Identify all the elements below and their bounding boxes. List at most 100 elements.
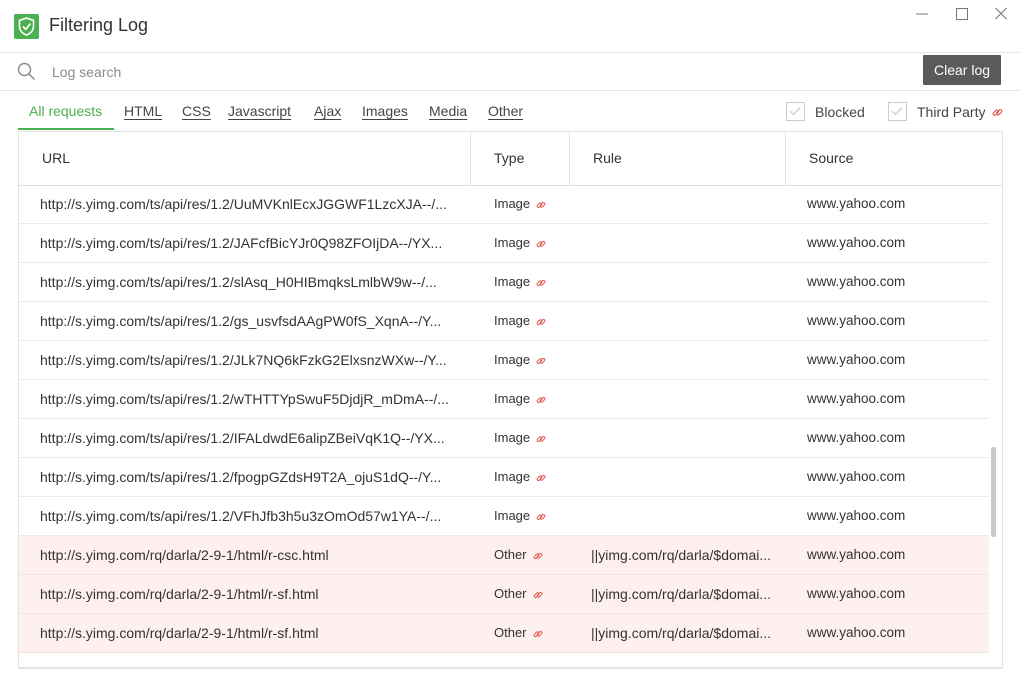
table-row[interactable]: http://s.yimg.com/ts/api/res/1.2/fpogpGZ… xyxy=(19,458,989,497)
rule-cell xyxy=(591,185,783,223)
search-bar: Clear log xyxy=(0,52,1020,91)
link-icon xyxy=(536,357,546,364)
rule-cell: ||yimg.com/rq/darla/$domai... xyxy=(591,586,772,602)
table-row[interactable]: http://s.yimg.com/rq/darla/2-9-1/html/r-… xyxy=(19,575,989,614)
rule-cell: ||yimg.com/rq/darla/$domai... xyxy=(591,547,772,563)
link-icon xyxy=(533,630,542,637)
rule-cell xyxy=(591,380,783,418)
url-cell: http://s.yimg.com/ts/api/res/1.2/JLk7NQ6… xyxy=(40,352,447,368)
rule-cell xyxy=(591,458,783,496)
minimize-button[interactable] xyxy=(910,6,934,26)
blocked-checkbox[interactable] xyxy=(786,102,805,121)
url-cell: http://s.yimg.com/ts/api/res/1.2/IFALdwd… xyxy=(40,430,445,446)
tab-other[interactable]: Other xyxy=(488,103,523,119)
title-bar: Filtering Log xyxy=(0,0,1020,53)
clear-log-button[interactable]: Clear log xyxy=(923,55,1001,85)
active-tab-indicator xyxy=(18,128,114,130)
source-cell: www.yahoo.com xyxy=(807,391,906,406)
url-cell: http://s.yimg.com/rq/darla/2-9-1/html/r-… xyxy=(40,586,319,602)
tab-html[interactable]: HTML xyxy=(124,103,162,119)
type-label: Image xyxy=(494,508,531,523)
tab-media[interactable]: Media xyxy=(429,103,467,119)
type-label: Other xyxy=(494,625,527,640)
rule-cell xyxy=(591,224,783,262)
scrollbar-thumb[interactable] xyxy=(991,447,996,537)
link-icon xyxy=(533,552,542,559)
table-row[interactable]: http://s.yimg.com/rq/darla/2-9-1/html/r-… xyxy=(19,614,989,653)
table-row[interactable]: http://s.yimg.com/ts/api/res/1.2/VFhJfb3… xyxy=(19,497,989,536)
link-icon xyxy=(536,513,546,520)
type-label: Other xyxy=(494,586,527,601)
table-row[interactable]: http://s.yimg.com/ts/api/res/1.2/IFALdwd… xyxy=(19,419,989,458)
type-label: Image xyxy=(494,352,531,367)
tab-css[interactable]: CSS xyxy=(182,103,211,119)
column-divider[interactable] xyxy=(470,132,471,185)
url-cell: http://s.yimg.com/ts/api/res/1.2/slAsq_H… xyxy=(40,274,437,290)
third-party-checkbox[interactable] xyxy=(888,102,907,121)
table-bottom-border xyxy=(18,667,1001,668)
source-cell: www.yahoo.com xyxy=(807,586,906,601)
maximize-button[interactable] xyxy=(950,6,974,26)
source-cell: www.yahoo.com xyxy=(807,313,906,328)
link-icon xyxy=(536,240,546,247)
tab-ajax[interactable]: Ajax xyxy=(314,103,341,119)
table-row[interactable]: http://s.yimg.com/ts/api/res/1.2/wTHTTYp… xyxy=(19,380,989,419)
url-cell: http://s.yimg.com/ts/api/res/1.2/wTHTTYp… xyxy=(40,391,449,407)
table-row[interactable]: http://s.yimg.com/ts/api/res/1.2/UuMVKnl… xyxy=(19,185,989,224)
column-header-source[interactable]: Source xyxy=(809,132,853,185)
column-header-url[interactable]: URL xyxy=(42,132,70,185)
link-icon xyxy=(536,279,546,286)
type-label: Image xyxy=(494,235,531,250)
close-icon xyxy=(995,7,1007,20)
url-cell: http://s.yimg.com/rq/darla/2-9-1/html/r-… xyxy=(40,625,319,641)
type-label: Image xyxy=(494,391,531,406)
column-divider[interactable] xyxy=(785,132,786,185)
url-cell: http://s.yimg.com/ts/api/res/1.2/VFhJfb3… xyxy=(40,508,442,524)
type-cell: Image xyxy=(494,380,574,418)
link-icon xyxy=(533,591,542,598)
table-row[interactable]: http://s.yimg.com/rq/darla/2-9-1/html/r-… xyxy=(19,536,989,575)
minimize-icon xyxy=(916,13,928,15)
column-header-rule[interactable]: Rule xyxy=(593,132,622,185)
source-cell: www.yahoo.com xyxy=(807,469,906,484)
table-row[interactable]: http://s.yimg.com/ts/api/res/1.2/slAsq_H… xyxy=(19,263,989,302)
link-icon xyxy=(536,201,546,208)
table-row[interactable]: http://s.yimg.com/ts/api/res/1.2/gs_usvf… xyxy=(19,302,989,341)
tab-javascript[interactable]: Javascript xyxy=(228,103,291,119)
log-search-input[interactable] xyxy=(50,60,654,84)
source-cell: www.yahoo.com xyxy=(807,547,906,562)
rule-cell: ||yimg.com/rq/darla/$domai... xyxy=(591,625,772,641)
table-body: http://s.yimg.com/ts/api/res/1.2/UuMVKnl… xyxy=(19,185,1002,668)
url-cell: http://s.yimg.com/ts/api/res/1.2/JAFcfBi… xyxy=(40,235,443,251)
url-cell: http://s.yimg.com/ts/api/res/1.2/UuMVKnl… xyxy=(40,196,447,212)
url-cell: http://s.yimg.com/rq/darla/2-9-1/html/r-… xyxy=(40,547,329,563)
link-icon xyxy=(536,474,546,481)
link-icon xyxy=(536,318,546,325)
source-cell: www.yahoo.com xyxy=(807,430,906,445)
column-header-type[interactable]: Type xyxy=(494,132,524,185)
rule-cell xyxy=(591,263,783,301)
source-cell: www.yahoo.com xyxy=(807,196,906,211)
type-cell: Image xyxy=(494,341,574,379)
type-cell: Image xyxy=(494,185,574,223)
type-cell: Image xyxy=(494,497,574,535)
type-cell: Image xyxy=(494,224,574,262)
column-divider[interactable] xyxy=(569,132,570,185)
rule-cell xyxy=(591,497,783,535)
table-row[interactable]: http://s.yimg.com/ts/api/res/1.2/JAFcfBi… xyxy=(19,224,989,263)
source-cell: www.yahoo.com xyxy=(807,235,906,250)
rule-cell xyxy=(591,302,783,340)
table-row[interactable]: http://s.yimg.com/ts/api/res/1.2/JLk7NQ6… xyxy=(19,341,989,380)
third-party-label: Third Party xyxy=(917,104,986,120)
tab-all-requests[interactable]: All requests xyxy=(29,103,102,119)
third-party-link-icon xyxy=(992,109,1003,116)
rule-cell xyxy=(591,341,783,379)
url-cell: http://s.yimg.com/ts/api/res/1.2/gs_usvf… xyxy=(40,313,442,329)
type-label: Image xyxy=(494,313,531,328)
link-icon xyxy=(536,396,546,403)
close-button[interactable] xyxy=(989,6,1013,26)
source-cell: www.yahoo.com xyxy=(807,625,906,640)
type-cell: Other xyxy=(494,536,574,574)
tab-images[interactable]: Images xyxy=(362,103,408,119)
log-table: URL Type Rule Source http://s.yimg.com/t… xyxy=(18,131,1003,669)
